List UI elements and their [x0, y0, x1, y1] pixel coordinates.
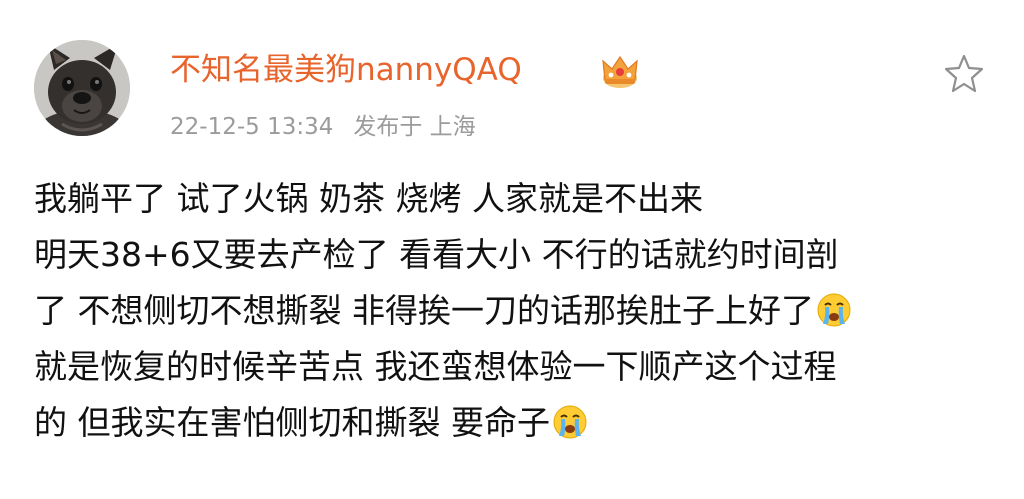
star-icon[interactable] [944, 53, 984, 93]
post-body-line: 就是恢复的时候辛苦点 我还蛮想体验一下顺产这个过程 [34, 347, 837, 386]
post-timestamp: 22-12-5 13:34 [170, 114, 334, 140]
crown-icon [600, 52, 640, 90]
post-body-line: 我躺平了 试了火锅 奶茶 烧烤 人家就是不出来 [34, 179, 703, 218]
post-location: 发布于 上海 [353, 114, 476, 140]
crying-face-emoji-icon [817, 293, 851, 327]
crying-face-emoji-icon [553, 405, 587, 439]
author-name[interactable]: 不知名最美狗nannyQAQ [170, 50, 522, 90]
french-bulldog-avatar-icon [34, 40, 130, 136]
weibo-post: 不知名最美狗nannyQAQ 22-12-5 13:34 发布于 上海 我躺平了 … [0, 0, 1024, 499]
avatar[interactable] [34, 40, 130, 136]
post-body-line: 了 不想侧切不想撕裂 非得挨一刀的话那挨肚子上好了 [34, 283, 994, 339]
post-meta: 22-12-5 13:34 发布于 上海 [170, 111, 476, 143]
post-body-line: 的 但我实在害怕侧切和撕裂 要命子 [34, 395, 994, 451]
post-body: 我躺平了 试了火锅 奶茶 烧烤 人家就是不出来 明天38+6又要去产检了 看看大… [34, 171, 994, 451]
post-body-line: 明天38+6又要去产检了 看看大小 不行的话就约时间剖 [34, 235, 839, 274]
